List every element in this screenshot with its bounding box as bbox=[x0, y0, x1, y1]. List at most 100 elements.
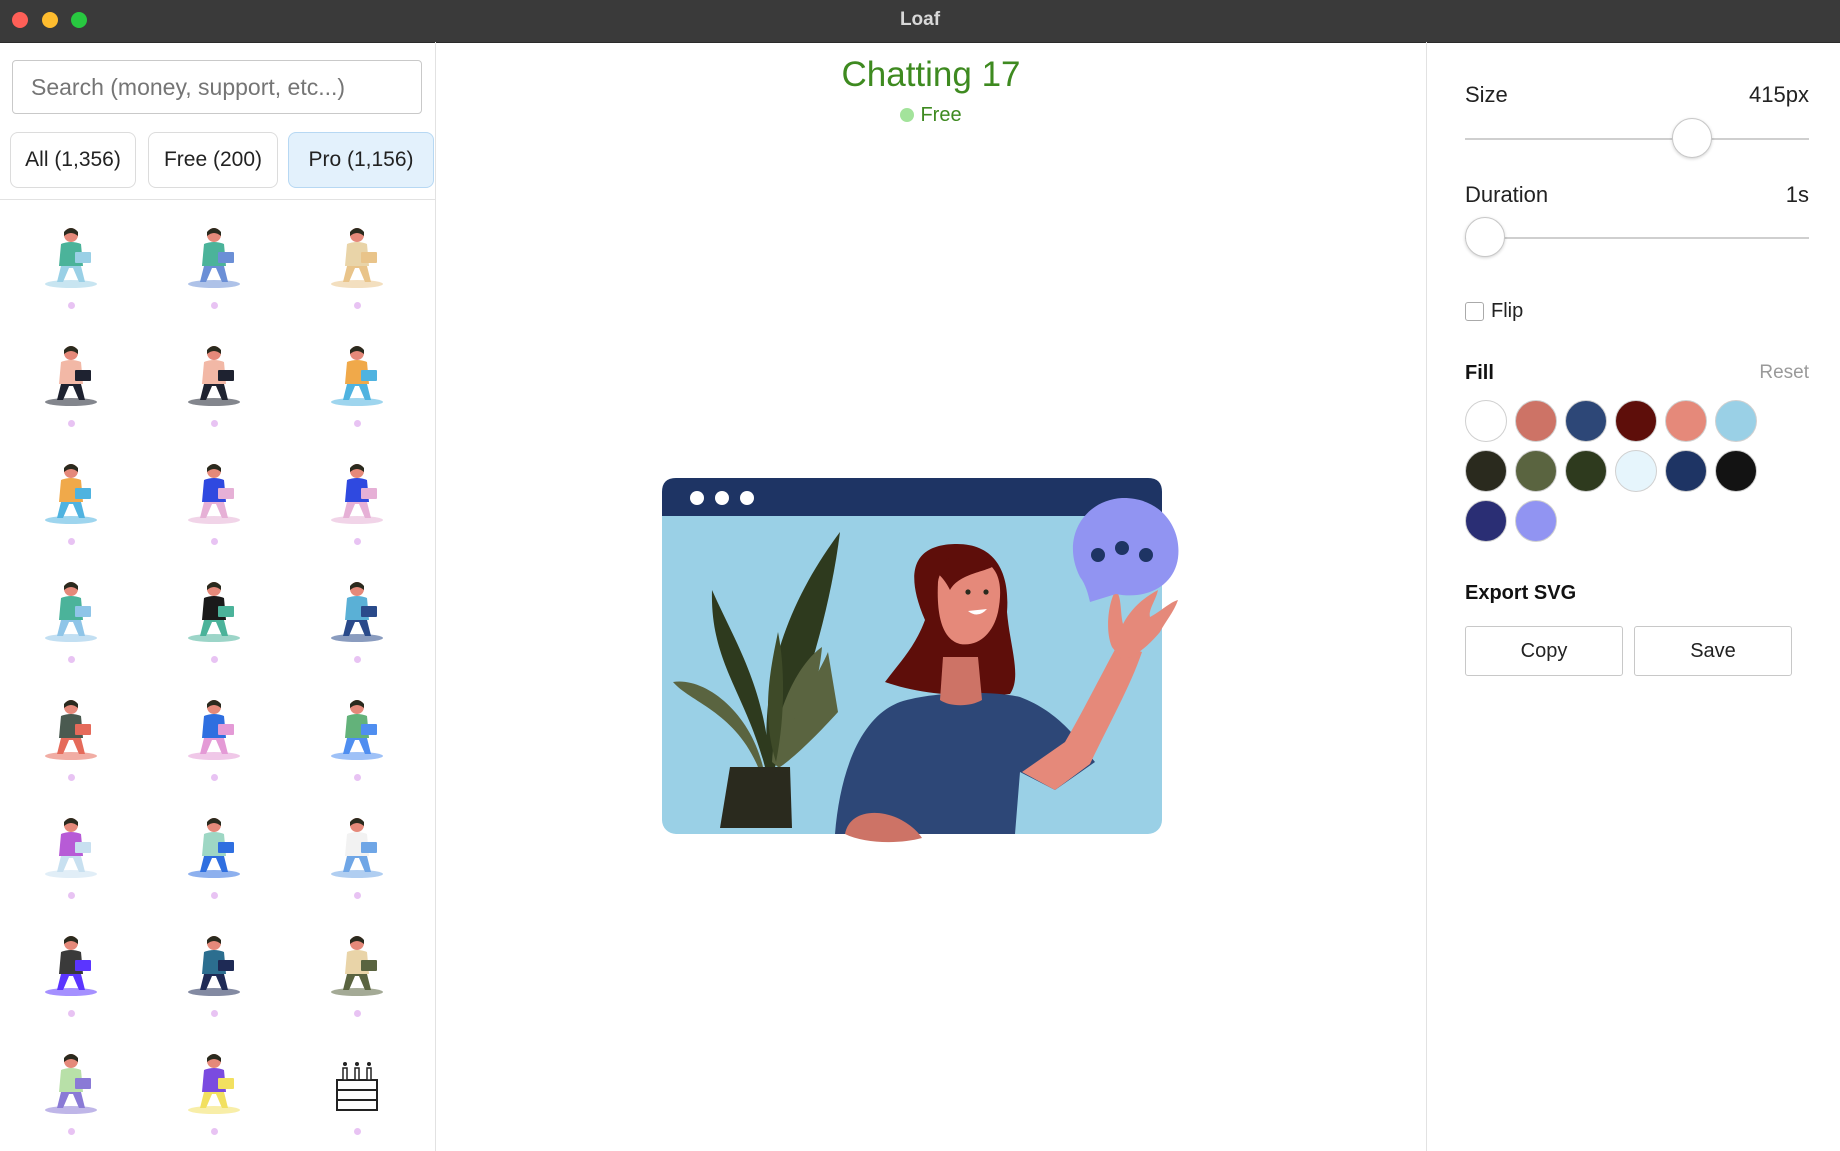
person-laptop-sitting-icon bbox=[188, 818, 240, 878]
duration-label: Duration bbox=[1465, 182, 1549, 207]
window-title: Loaf bbox=[899, 9, 941, 30]
flip-label: Flip bbox=[1491, 300, 1524, 322]
item-indicator-dot bbox=[211, 538, 218, 545]
color-swatch[interactable] bbox=[1715, 450, 1757, 492]
item-indicator-dot bbox=[354, 1128, 361, 1135]
item-indicator-dot bbox=[211, 302, 218, 309]
fill-reset-button[interactable]: Reset bbox=[1727, 362, 1809, 384]
settings-panel: Size 415px Duration 1s Flip Fill Reset E… bbox=[1426, 42, 1840, 1151]
color-swatch[interactable] bbox=[1465, 450, 1507, 492]
status-badge: Free bbox=[436, 104, 1426, 127]
title-bar: Loaf bbox=[0, 0, 1840, 43]
size-slider-track[interactable] bbox=[1465, 138, 1809, 140]
illustration-item[interactable] bbox=[143, 1028, 286, 1145]
illustration-item[interactable] bbox=[286, 202, 429, 319]
copy-button[interactable]: Copy bbox=[1465, 626, 1623, 676]
flip-checkbox[interactable] bbox=[1465, 302, 1484, 321]
illustration-item[interactable] bbox=[0, 320, 143, 437]
illustration-item[interactable] bbox=[143, 320, 286, 437]
size-slider-thumb[interactable] bbox=[1671, 118, 1712, 158]
person-walking-phone-icon bbox=[331, 582, 383, 642]
duration-slider-thumb[interactable] bbox=[1465, 217, 1505, 257]
illustration-item[interactable] bbox=[0, 674, 143, 791]
color-swatch[interactable] bbox=[1515, 450, 1557, 492]
fill-title: Fill bbox=[1465, 362, 1494, 384]
item-indicator-dot bbox=[211, 1010, 218, 1017]
person-walking-phone-icon bbox=[331, 464, 383, 524]
flip-toggle[interactable]: Flip bbox=[1465, 300, 1523, 323]
illustration-item[interactable] bbox=[286, 674, 429, 791]
filter-all-button[interactable]: All (1,356) bbox=[10, 132, 136, 188]
illustration-item[interactable] bbox=[286, 438, 429, 555]
illustration-item[interactable] bbox=[0, 556, 143, 673]
illustration-item[interactable] bbox=[0, 202, 143, 319]
item-indicator-dot bbox=[354, 420, 361, 427]
illustration-item[interactable] bbox=[143, 438, 286, 555]
illustration-item[interactable] bbox=[286, 556, 429, 673]
item-indicator-dot bbox=[68, 774, 75, 781]
save-button[interactable]: Save bbox=[1634, 626, 1792, 676]
item-indicator-dot bbox=[354, 302, 361, 309]
color-swatch[interactable] bbox=[1615, 450, 1657, 492]
color-swatch[interactable] bbox=[1565, 450, 1607, 492]
person-desk-computer-icon bbox=[45, 936, 97, 996]
illustration-item[interactable] bbox=[143, 792, 286, 909]
status-badge-label: Free bbox=[920, 104, 962, 126]
illustration-item[interactable] bbox=[286, 910, 429, 1027]
color-swatch[interactable] bbox=[1465, 500, 1507, 542]
item-indicator-dot bbox=[211, 656, 218, 663]
person-lounge-chair-icon bbox=[45, 700, 97, 760]
illustration-item[interactable] bbox=[143, 556, 286, 673]
item-indicator-dot bbox=[211, 774, 218, 781]
person-desk-chair-icon bbox=[45, 818, 97, 878]
illustration-item[interactable] bbox=[286, 1028, 429, 1145]
item-indicator-dot bbox=[354, 892, 361, 899]
illustration-item[interactable] bbox=[0, 792, 143, 909]
illustration-item[interactable] bbox=[0, 438, 143, 555]
item-indicator-dot bbox=[354, 656, 361, 663]
person-walking-laptop-icon bbox=[331, 818, 383, 878]
illustration-item[interactable] bbox=[143, 674, 286, 791]
person-standing-phone-icon bbox=[188, 228, 240, 288]
item-indicator-dot bbox=[68, 538, 75, 545]
person-standing-phone-icon bbox=[188, 582, 240, 642]
person-sitting-laptop-icon bbox=[45, 228, 97, 288]
color-swatch[interactable] bbox=[1715, 400, 1757, 442]
filter-pro-button[interactable]: Pro (1,156) bbox=[288, 132, 434, 188]
color-swatch[interactable] bbox=[1665, 450, 1707, 492]
illustration-item[interactable] bbox=[0, 1028, 143, 1145]
person-sitting-phone-icon bbox=[188, 1054, 240, 1114]
color-swatch[interactable] bbox=[1465, 400, 1507, 442]
sidebar: All (1,356) Free (200) Pro (1,156) bbox=[0, 42, 436, 1151]
person-laptop-sitting-icon bbox=[45, 464, 97, 524]
person-sofa-laptop-icon bbox=[331, 228, 383, 288]
duration-value: 1s bbox=[1785, 182, 1809, 207]
filter-free-button[interactable]: Free (200) bbox=[148, 132, 278, 188]
color-swatch[interactable] bbox=[1665, 400, 1707, 442]
person-laptop-cross-legged-icon bbox=[45, 346, 97, 406]
search-input[interactable] bbox=[12, 60, 422, 114]
illustration-item[interactable] bbox=[143, 910, 286, 1027]
illustration-item[interactable] bbox=[143, 202, 286, 319]
illustration-item[interactable] bbox=[286, 320, 429, 437]
color-swatch[interactable] bbox=[1515, 400, 1557, 442]
main-preview-area: Chatting 17 Free bbox=[436, 42, 1426, 1151]
item-indicator-dot bbox=[68, 656, 75, 663]
color-swatch[interactable] bbox=[1615, 400, 1657, 442]
app-window: Loaf All (1,356) Free (200) Pro (1,156) … bbox=[0, 0, 1840, 1151]
item-indicator-dot bbox=[68, 420, 75, 427]
illustration-item[interactable] bbox=[286, 792, 429, 909]
color-swatch[interactable] bbox=[1565, 400, 1607, 442]
illustration-item[interactable] bbox=[0, 910, 143, 1027]
item-indicator-dot bbox=[354, 538, 361, 545]
item-indicator-dot bbox=[68, 1010, 75, 1017]
person-laptop-cross-legged-icon bbox=[188, 346, 240, 406]
color-swatch[interactable] bbox=[1515, 500, 1557, 542]
person-lying-phone-icon bbox=[331, 936, 383, 996]
person-laptop-sitting-icon bbox=[331, 346, 383, 406]
item-indicator-dot bbox=[211, 1128, 218, 1135]
illustration-title: Chatting 17 bbox=[841, 55, 1021, 94]
birthday-cake-icon bbox=[336, 1062, 378, 1111]
duration-slider-track[interactable] bbox=[1465, 237, 1809, 239]
sidebar-divider bbox=[0, 199, 435, 200]
